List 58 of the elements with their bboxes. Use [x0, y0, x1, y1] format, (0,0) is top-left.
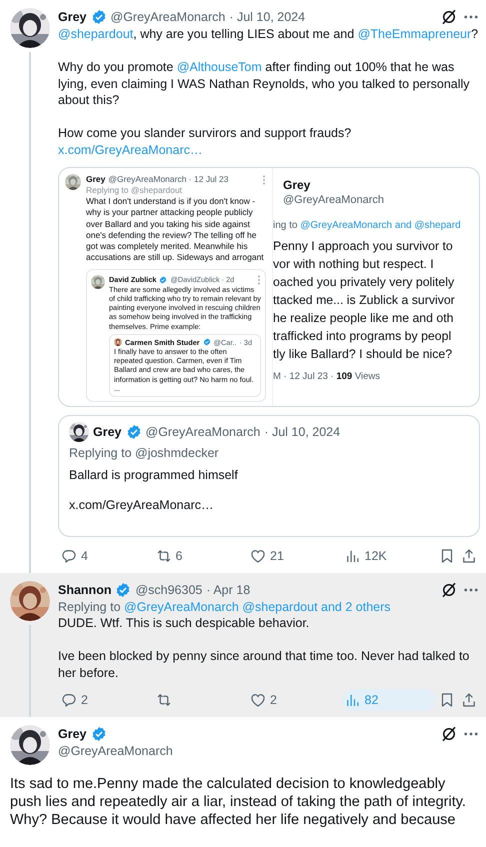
tweet-text-line: he realize people like me and oth — [273, 310, 454, 327]
tweet-text: Why do you promote @AlthouseTom after finding out 100% that he was lying, even claiming I WAS Nathan Reynolds, who you talked to personally about this? — [58, 59, 471, 108]
more-icon — [257, 274, 261, 285]
author-name: Grey — [93, 424, 122, 441]
tweet-text-line: Penny I approach you survivor to — [273, 238, 454, 255]
author-handle: @GreyAreaMonarch — [282, 193, 386, 207]
tweet-text-line: ttacked me... is Zublick a survivor — [273, 292, 456, 309]
tweet-text: Its sad to me.Penny made the calculated decision to knowledgeably push lies and repeatedly air a liar, instead of taking the path of integrity. Why? Because it would have affected her life negatively and because — [10, 775, 467, 829]
tweet-text: Ive been blocked by penny since around that time too. Never had talked to her before. — [58, 648, 470, 681]
author-name: Grey — [86, 174, 106, 185]
mention-link[interactable]: @shepardout — [58, 27, 134, 41]
tweet-text-line: oached you privately very politely — [273, 274, 456, 291]
tweet-text: What I don't understand is if you don't know - why is your partner attacking people publicly over Ballard and you taking his side against one's defending the review? The telling off he got was completely merited. Meanwhile his accusations are still up. Sideways and arrogant — [86, 196, 265, 264]
share-icon — [460, 691, 478, 709]
post-date: · Jul 10, 2024 — [229, 9, 306, 26]
mention-link[interactable]: @TheEmmapreneur — [358, 27, 472, 41]
tweet-text-line: tly like Ballard? I should be nice? — [273, 346, 454, 363]
author-name: Grey — [282, 178, 312, 193]
author-handle: @GreyAreaMonarch — [110, 9, 226, 26]
replying-to-text: Replying to @shepardout — [86, 185, 184, 196]
tweet-text: x.com/GreyAreaMonarc… — [69, 497, 214, 514]
like-button[interactable]: 2 — [247, 689, 342, 711]
speech-bubble-icon — [60, 691, 78, 709]
repost-button[interactable]: 6 — [152, 544, 247, 566]
author-handle: @sch96305 — [135, 582, 202, 598]
post-card[interactable] — [0, 572, 486, 717]
author-handle: @GreyAreaMonarch — [146, 424, 260, 441]
slashed-circle-icon[interactable] — [440, 8, 458, 26]
heart-icon — [249, 691, 267, 709]
tweet-text: How come you slander survirors and support frauds? x.com/GreyAreaMonarc… — [58, 125, 352, 158]
reply-button[interactable]: 2 — [58, 689, 152, 711]
tweet-text-line: vor with nothing but respect. I — [273, 256, 435, 273]
quoted-tweet-card[interactable]: Grey @GreyAreaMonarch · Jul 10, 2024 Replying to @joshmdecker Ballard is programmed himself x.com/GreyAreaMonarc… — [58, 415, 480, 536]
post-meta-text: M · 12 Jul 23 · 109 Views — [273, 371, 382, 382]
replying-to-text: Replying to @GreyAreaMonarch @shepardout and 2 others — [58, 598, 392, 615]
reply-button[interactable]: 4 — [58, 544, 152, 566]
replying-to-text: ing to — [273, 220, 298, 231]
like-button[interactable]: 21 — [247, 544, 342, 566]
author-handle: @GreyAreaMonarch — [58, 743, 174, 760]
post-date: · Jul 10, 2024 — [264, 424, 340, 441]
slashed-circle-icon[interactable] — [440, 725, 458, 743]
author-name: Grey — [58, 726, 86, 743]
url-link[interactable]: x.com/GreyAreaMonarc… — [58, 142, 202, 158]
tweet-text: @shepardout, why are you telling LIES about me and @TheEmmapreneur? — [58, 26, 480, 42]
mention-link: @GreyAreaMonarch and @shepard — [300, 220, 461, 231]
author-name: Shannon — [58, 582, 112, 598]
more-icon — [262, 174, 266, 184]
views-button[interactable]: 12K — [342, 544, 436, 566]
tweet-text-line: trafficked into programs by peopl — [273, 328, 452, 345]
mention-link[interactable]: @AlthouseTom — [176, 60, 262, 74]
tweet-text: Ballard is programmed himself — [69, 466, 239, 483]
post-date: · Apr 18 — [206, 582, 250, 598]
replying-to-text: Replying to @joshmdecker — [69, 445, 220, 462]
tweet-text: DUDE. Wtf. This is such despicable behavior. — [58, 615, 310, 632]
author-name: Grey — [58, 9, 86, 26]
slashed-circle-icon[interactable] — [440, 580, 458, 598]
author-handle: @GreyAreaMonarch · 12 Jul 23 — [108, 174, 228, 185]
share-icon — [460, 546, 478, 564]
